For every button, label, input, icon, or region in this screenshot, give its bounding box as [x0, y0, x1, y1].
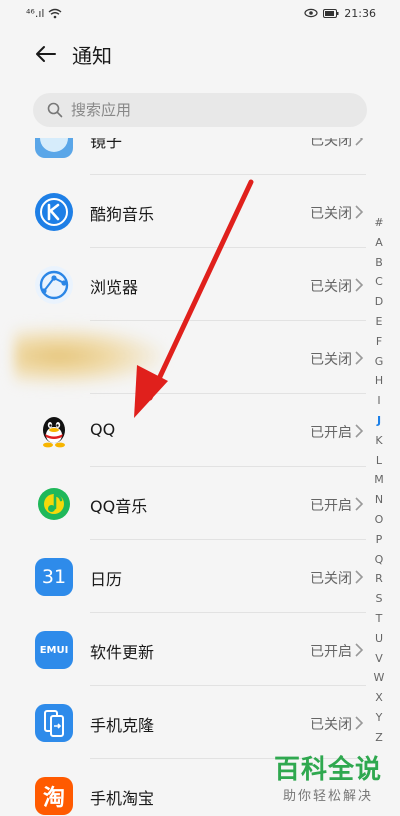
index-letter[interactable]: I [371, 391, 387, 411]
search-input[interactable] [69, 100, 333, 120]
qq-app-icon [35, 412, 73, 450]
index-letter[interactable]: X [371, 688, 387, 708]
taobao-icon-text: 淘 [42, 786, 65, 811]
browser-app-icon [35, 266, 73, 304]
index-letter[interactable]: P [371, 530, 387, 550]
blurred-app-icon [14, 326, 164, 386]
battery-icon [323, 8, 339, 18]
clock: 21:36 [344, 6, 376, 20]
index-letter[interactable]: H [371, 371, 387, 391]
taobao-app-icon: 淘 [35, 777, 73, 815]
chevron-right-icon [355, 138, 364, 146]
app-row-qq[interactable]: QQ 已开启 [0, 394, 400, 467]
app-status: 已关闭 [310, 206, 352, 222]
emui-icon-text: EMUI [39, 644, 69, 656]
index-letter[interactable]: J [371, 411, 387, 431]
app-row-calendar[interactable]: 31 日历 已关闭 [0, 540, 400, 613]
index-letter[interactable]: Q [371, 550, 387, 570]
chevron-right-icon [355, 497, 364, 511]
chevron-right-icon [355, 351, 364, 365]
app-name: 日历 [90, 570, 123, 589]
emui-update-app-icon: EMUI [35, 631, 73, 669]
index-letter[interactable]: M [371, 470, 387, 490]
watermark: 百科全说 助你轻松解决 [274, 755, 382, 804]
index-letter[interactable]: B [371, 253, 387, 273]
app-status: 已关闭 [310, 352, 352, 368]
index-letter[interactable]: G [371, 352, 387, 372]
index-letter[interactable]: R [371, 569, 387, 589]
app-name: 酷狗音乐 [90, 205, 155, 224]
watermark-title: 百科全说 [273, 755, 382, 785]
back-arrow-icon [36, 46, 56, 62]
index-letter[interactable]: O [371, 510, 387, 530]
calendar-icon-text: 31 [41, 566, 67, 588]
chevron-right-icon [355, 205, 364, 219]
index-letter[interactable]: L [371, 451, 387, 471]
calendar-app-icon: 31 [35, 558, 73, 596]
app-name: QQ音乐 [90, 497, 148, 516]
app-row-browser[interactable]: 浏览器 已关闭 [0, 248, 400, 321]
app-status: 已关闭 [310, 571, 352, 587]
app-row-mirror[interactable]: 镜子 已关闭 [0, 138, 400, 175]
app-status: 已关闭 [310, 717, 352, 733]
index-letter[interactable]: # [371, 213, 387, 233]
index-letter[interactable]: Z [371, 728, 387, 748]
app-status: 已关闭 [310, 279, 352, 295]
chevron-right-icon [355, 424, 364, 438]
signal-indicator: ⁴⁶.ıl [26, 6, 45, 20]
index-letter[interactable]: U [371, 629, 387, 649]
index-letter[interactable]: K [371, 431, 387, 451]
wifi-icon [48, 8, 62, 18]
status-right: 21:36 [304, 7, 376, 20]
index-letter[interactable]: E [371, 312, 387, 332]
alphabet-index[interactable]: # A B C D E F G H I J K L M N O P Q R S T U V W X Y Z [371, 213, 387, 748]
app-name: 浏览器 [90, 278, 139, 297]
index-letter[interactable]: C [371, 272, 387, 292]
app-status: 已开启 [310, 644, 352, 660]
eye-comfort-icon [304, 8, 318, 18]
index-letter[interactable]: W [371, 668, 387, 688]
qqmusic-app-icon [35, 485, 73, 523]
app-status: 已开启 [310, 425, 352, 441]
app-status: 已关闭 [310, 138, 352, 149]
app-status: 已开启 [310, 498, 352, 514]
app-header: 通知 [0, 26, 400, 82]
index-letter[interactable]: N [371, 490, 387, 510]
search-icon [47, 102, 63, 118]
kugou-app-icon [35, 193, 73, 231]
mirror-app-icon [35, 138, 73, 158]
app-name: 手机淘宝 [90, 789, 155, 808]
back-button[interactable] [26, 34, 66, 74]
app-name: 手机克隆 [90, 716, 155, 735]
phone-clone-app-icon [35, 704, 73, 742]
index-letter[interactable]: T [371, 609, 387, 629]
index-letter[interactable]: Y [371, 708, 387, 728]
app-row-qqmusic[interactable]: QQ音乐 已开启 [0, 467, 400, 540]
app-name: QQ [90, 420, 116, 439]
app-name: 软件更新 [90, 643, 155, 662]
page-title: 通知 [72, 43, 112, 68]
app-row-kugou[interactable]: 酷狗音乐 已关闭 [0, 175, 400, 248]
index-letter[interactable]: V [371, 649, 387, 669]
index-letter[interactable]: D [371, 292, 387, 312]
app-list: 镜子 已关闭 酷狗音乐 已关闭 浏览器 已关闭 已关闭 QQ 已开启 QQ音乐 … [0, 138, 400, 816]
app-name: 镜子 [90, 138, 123, 151]
index-letter[interactable]: F [371, 332, 387, 352]
chevron-right-icon [355, 716, 364, 730]
app-row-blurred[interactable]: 已关闭 [0, 321, 400, 394]
index-letter[interactable]: S [371, 589, 387, 609]
chevron-right-icon [355, 278, 364, 292]
index-letter[interactable]: A [371, 233, 387, 253]
app-row-software-update[interactable]: EMUI 软件更新 已开启 [0, 613, 400, 686]
search-bar[interactable] [33, 93, 367, 127]
chevron-right-icon [355, 643, 364, 657]
chevron-right-icon [355, 570, 364, 584]
app-row-phone-clone[interactable]: 手机克隆 已关闭 [0, 686, 400, 759]
status-left: ⁴⁶.ıl [26, 7, 62, 20]
status-bar: ⁴⁶.ıl 21:36 [0, 0, 400, 26]
watermark-subtitle: 助你轻松解决 [282, 789, 373, 804]
